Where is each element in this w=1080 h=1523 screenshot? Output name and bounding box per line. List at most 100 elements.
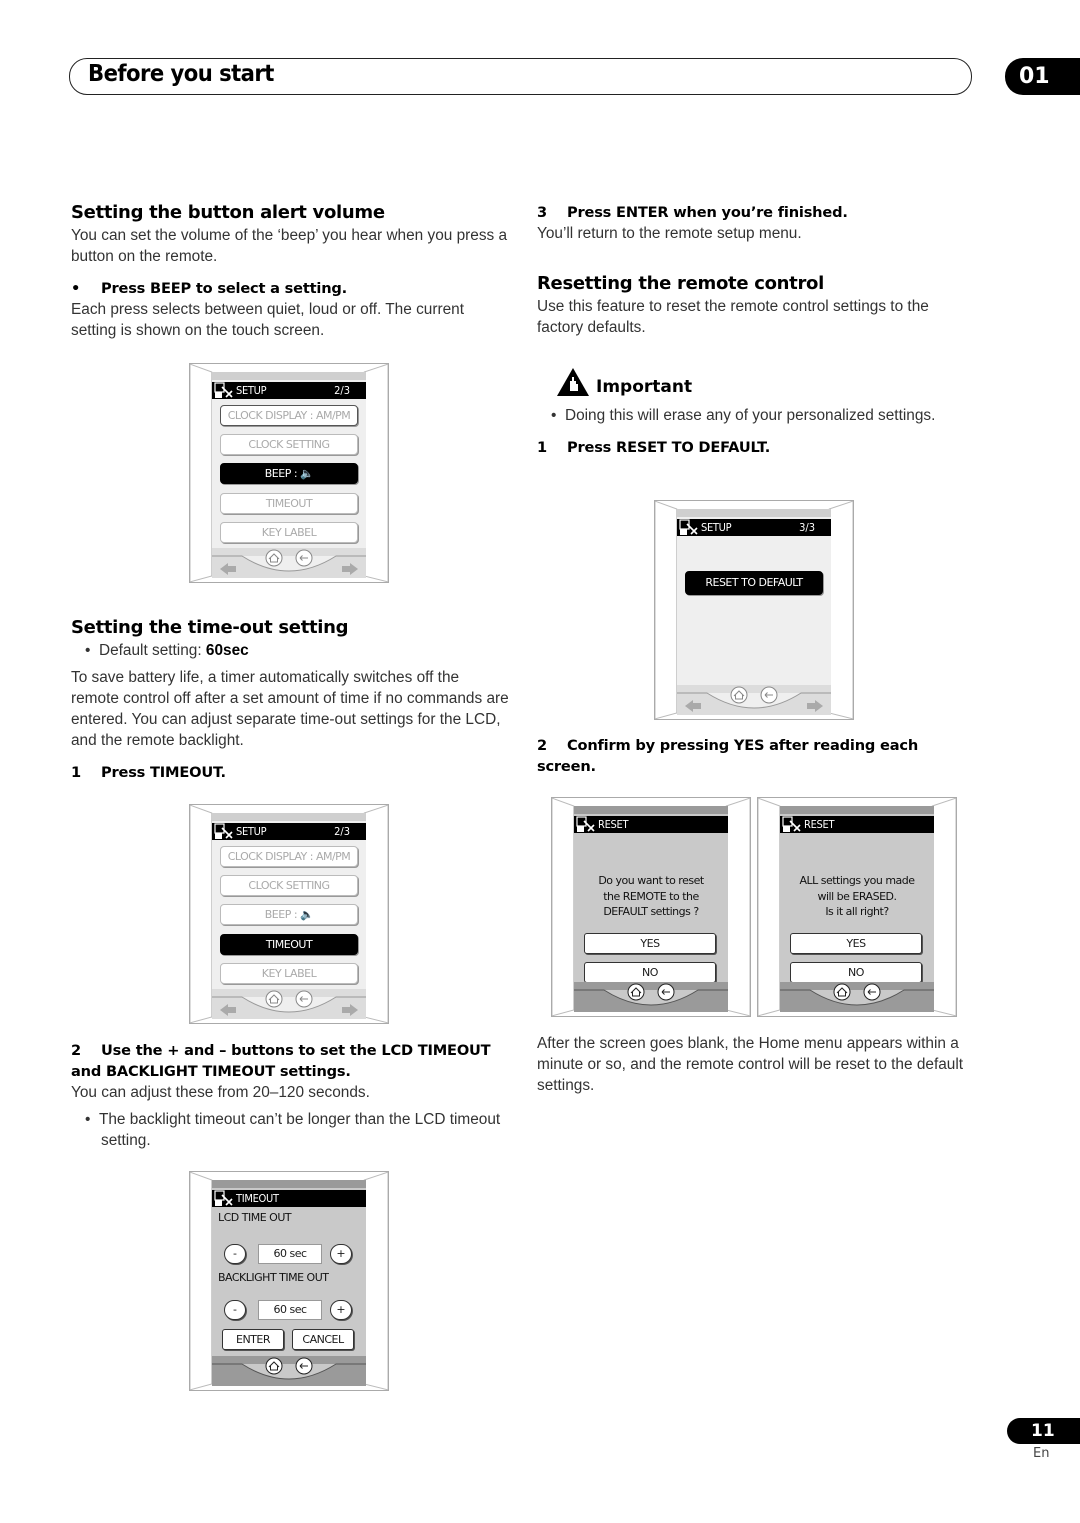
menu-clock-setting[interactable]: CLOCK SETTING bbox=[220, 434, 358, 455]
lcd-plus-button[interactable]: + bbox=[330, 1244, 352, 1264]
lcd-timeout-label: LCD TIME OUT bbox=[218, 1211, 292, 1224]
page-number: 11 bbox=[1007, 1418, 1080, 1444]
lcd-minus-button[interactable]: - bbox=[224, 1244, 246, 1264]
section-heading: Setting the button alert volume bbox=[71, 202, 385, 223]
home-icon bbox=[833, 983, 851, 1001]
lcd-screen: SETUP 2/3 CLOCK DISPLAY : AM/PM CLOCK SE… bbox=[212, 813, 366, 1019]
backlight-plus-button[interactable]: + bbox=[330, 1300, 352, 1320]
remote-screen-setup-beep: SETUP 2/3 CLOCK DISPLAY : AM/PM CLOCK SE… bbox=[189, 363, 389, 583]
screen-titlebar: RESET bbox=[574, 816, 728, 833]
step-text: Press BEEP to select a setting. bbox=[101, 280, 348, 297]
screen-titlebar: TIMEOUT bbox=[212, 1190, 366, 1207]
screen-navbar bbox=[574, 982, 728, 1012]
menu-clock-display[interactable]: CLOCK DISPLAY : AM/PM bbox=[220, 846, 358, 867]
step-3: 3 Press ENTER when you’re finished. bbox=[537, 204, 848, 221]
step-2-body: You can adjust these from 20–120 seconds… bbox=[71, 1084, 370, 1101]
intro-text: Use this feature to reset the remote con… bbox=[537, 298, 929, 336]
section-button-alert: Setting the button alert volume You can … bbox=[71, 202, 511, 341]
back-icon bbox=[295, 1357, 313, 1375]
section-timeout: Setting the time-out setting • Default s… bbox=[71, 617, 511, 783]
screen-navbar bbox=[780, 982, 934, 1012]
screen-titlebar: SETUP 2/3 bbox=[212, 382, 366, 399]
intro-text: You can set the volume of the ‘beep’ you… bbox=[71, 227, 508, 265]
back-icon bbox=[295, 549, 313, 567]
back-icon bbox=[760, 686, 778, 704]
menu-clock-display[interactable]: CLOCK DISPLAY : AM/PM bbox=[220, 405, 358, 426]
reset-step-1: 1 Press RESET TO DEFAULT. bbox=[537, 439, 771, 456]
menu-beep[interactable]: BEEP : 🔈 bbox=[220, 463, 358, 484]
warning-hand-icon bbox=[557, 368, 589, 396]
lcd-screen: RESET Do you want to reset the REMOTE to… bbox=[574, 806, 728, 1012]
home-icon bbox=[627, 983, 645, 1001]
step-3-body: You’ll return to the remote setup menu. bbox=[537, 225, 802, 242]
setup-tools-icon bbox=[214, 382, 233, 398]
lcd-screen: RESET ALL settings you made will be ERAS… bbox=[780, 806, 934, 1012]
backlight-timeout-value: 60 sec bbox=[258, 1300, 322, 1320]
language-label: En bbox=[1033, 1446, 1050, 1461]
yes-button[interactable]: YES bbox=[790, 933, 922, 954]
important-bullet: • Doing this will erase any of your pers… bbox=[537, 405, 977, 458]
chapter-tab: 01 bbox=[1005, 58, 1080, 95]
back-icon bbox=[863, 983, 881, 1001]
lcd-screen: TIMEOUT LCD TIME OUT - 60 sec + BACKLIGH… bbox=[212, 1180, 366, 1386]
menu-timeout[interactable]: TIMEOUT bbox=[220, 934, 358, 955]
confirm-message: Do you want to reset the REMOTE to the D… bbox=[598, 874, 704, 918]
back-icon bbox=[295, 990, 313, 1008]
step-2: 2 Use the + and – buttons to set the LCD … bbox=[71, 1042, 491, 1080]
confirm-message: ALL settings you made will be ERASED. Is… bbox=[799, 874, 915, 918]
menu-clock-setting[interactable]: CLOCK SETTING bbox=[220, 875, 358, 896]
setup-tools-icon bbox=[576, 816, 595, 832]
body-text: Each press selects between quiet, loud o… bbox=[71, 301, 464, 339]
setup-tools-icon bbox=[214, 823, 233, 839]
lcd-timeout-value: 60 sec bbox=[258, 1244, 322, 1264]
setup-tools-icon bbox=[782, 816, 801, 832]
screen-titlebar: RESET bbox=[780, 816, 934, 833]
step-1: 1 Press TIMEOUT. bbox=[71, 764, 226, 781]
reset-step-2: 2 Confirm by pressing YES after reading e… bbox=[537, 737, 919, 775]
note-bullet: • The backlight timeout can’t be longer … bbox=[85, 1111, 501, 1149]
backlight-minus-button[interactable]: - bbox=[224, 1300, 246, 1320]
after-reset-text: After the screen goes blank, the Home me… bbox=[537, 1035, 964, 1094]
reset-to-default-button[interactable]: RESET TO DEFAULT bbox=[685, 571, 823, 595]
cancel-button[interactable]: CANCEL bbox=[292, 1329, 354, 1350]
section-reset: Resetting the remote control Use this fe… bbox=[537, 273, 977, 338]
setup-tools-icon bbox=[679, 519, 698, 535]
section-heading: Setting the time-out setting bbox=[71, 617, 349, 638]
home-icon bbox=[265, 1357, 283, 1375]
screen-titlebar: SETUP 2/3 bbox=[212, 823, 366, 840]
back-icon bbox=[657, 983, 675, 1001]
step-bullet: • Press BEEP to select a setting. bbox=[71, 278, 511, 299]
section-heading: Resetting the remote control bbox=[537, 273, 824, 294]
section-timeout-step2: 2 Use the + and – buttons to set the LCD … bbox=[71, 1040, 511, 1151]
home-icon bbox=[265, 549, 283, 567]
lcd-screen: SETUP 3/3 RESET TO DEFAULT bbox=[677, 509, 831, 715]
menu-timeout[interactable]: TIMEOUT bbox=[220, 493, 358, 514]
setup-tools-icon bbox=[214, 1190, 233, 1206]
screen-navbar bbox=[212, 548, 366, 578]
backlight-timeout-label: BACKLIGHT TIME OUT bbox=[218, 1271, 329, 1284]
default-setting: • Default setting: 60sec bbox=[85, 642, 249, 659]
page-title: Before you start bbox=[88, 61, 274, 87]
remote-screen-setup-timeout: SETUP 2/3 CLOCK DISPLAY : AM/PM CLOCK SE… bbox=[189, 804, 389, 1024]
no-button[interactable]: NO bbox=[584, 962, 716, 983]
lcd-screen: SETUP 2/3 CLOCK DISPLAY : AM/PM CLOCK SE… bbox=[212, 372, 366, 578]
remote-screen-reset-confirm-2: RESET ALL settings you made will be ERAS… bbox=[757, 797, 957, 1017]
menu-beep[interactable]: BEEP : 🔈 bbox=[220, 904, 358, 925]
enter-button[interactable]: ENTER bbox=[222, 1329, 284, 1350]
yes-button[interactable]: YES bbox=[584, 933, 716, 954]
menu-key-label[interactable]: KEY LABEL bbox=[220, 522, 358, 543]
screen-titlebar: SETUP 3/3 bbox=[677, 519, 831, 536]
screen-navbar bbox=[212, 1356, 366, 1386]
remote-screen-reset-confirm-1: RESET Do you want to reset the REMOTE to… bbox=[551, 797, 751, 1017]
speaker-icon: 🔈 bbox=[300, 467, 314, 480]
speaker-icon: 🔈 bbox=[300, 908, 314, 921]
no-button[interactable]: NO bbox=[790, 962, 922, 983]
remote-screen-setup-reset: SETUP 3/3 RESET TO DEFAULT bbox=[654, 500, 854, 720]
body-text: To save battery life, a timer automatica… bbox=[71, 669, 509, 749]
home-icon bbox=[730, 686, 748, 704]
remote-screen-timeout: TIMEOUT LCD TIME OUT - 60 sec + BACKLIGH… bbox=[189, 1171, 389, 1391]
bullet-marker: • bbox=[71, 280, 81, 297]
section-step3: 3 Press ENTER when you’re finished. You’l… bbox=[537, 202, 977, 244]
screen-navbar bbox=[677, 685, 831, 715]
menu-key-label[interactable]: KEY LABEL bbox=[220, 963, 358, 984]
